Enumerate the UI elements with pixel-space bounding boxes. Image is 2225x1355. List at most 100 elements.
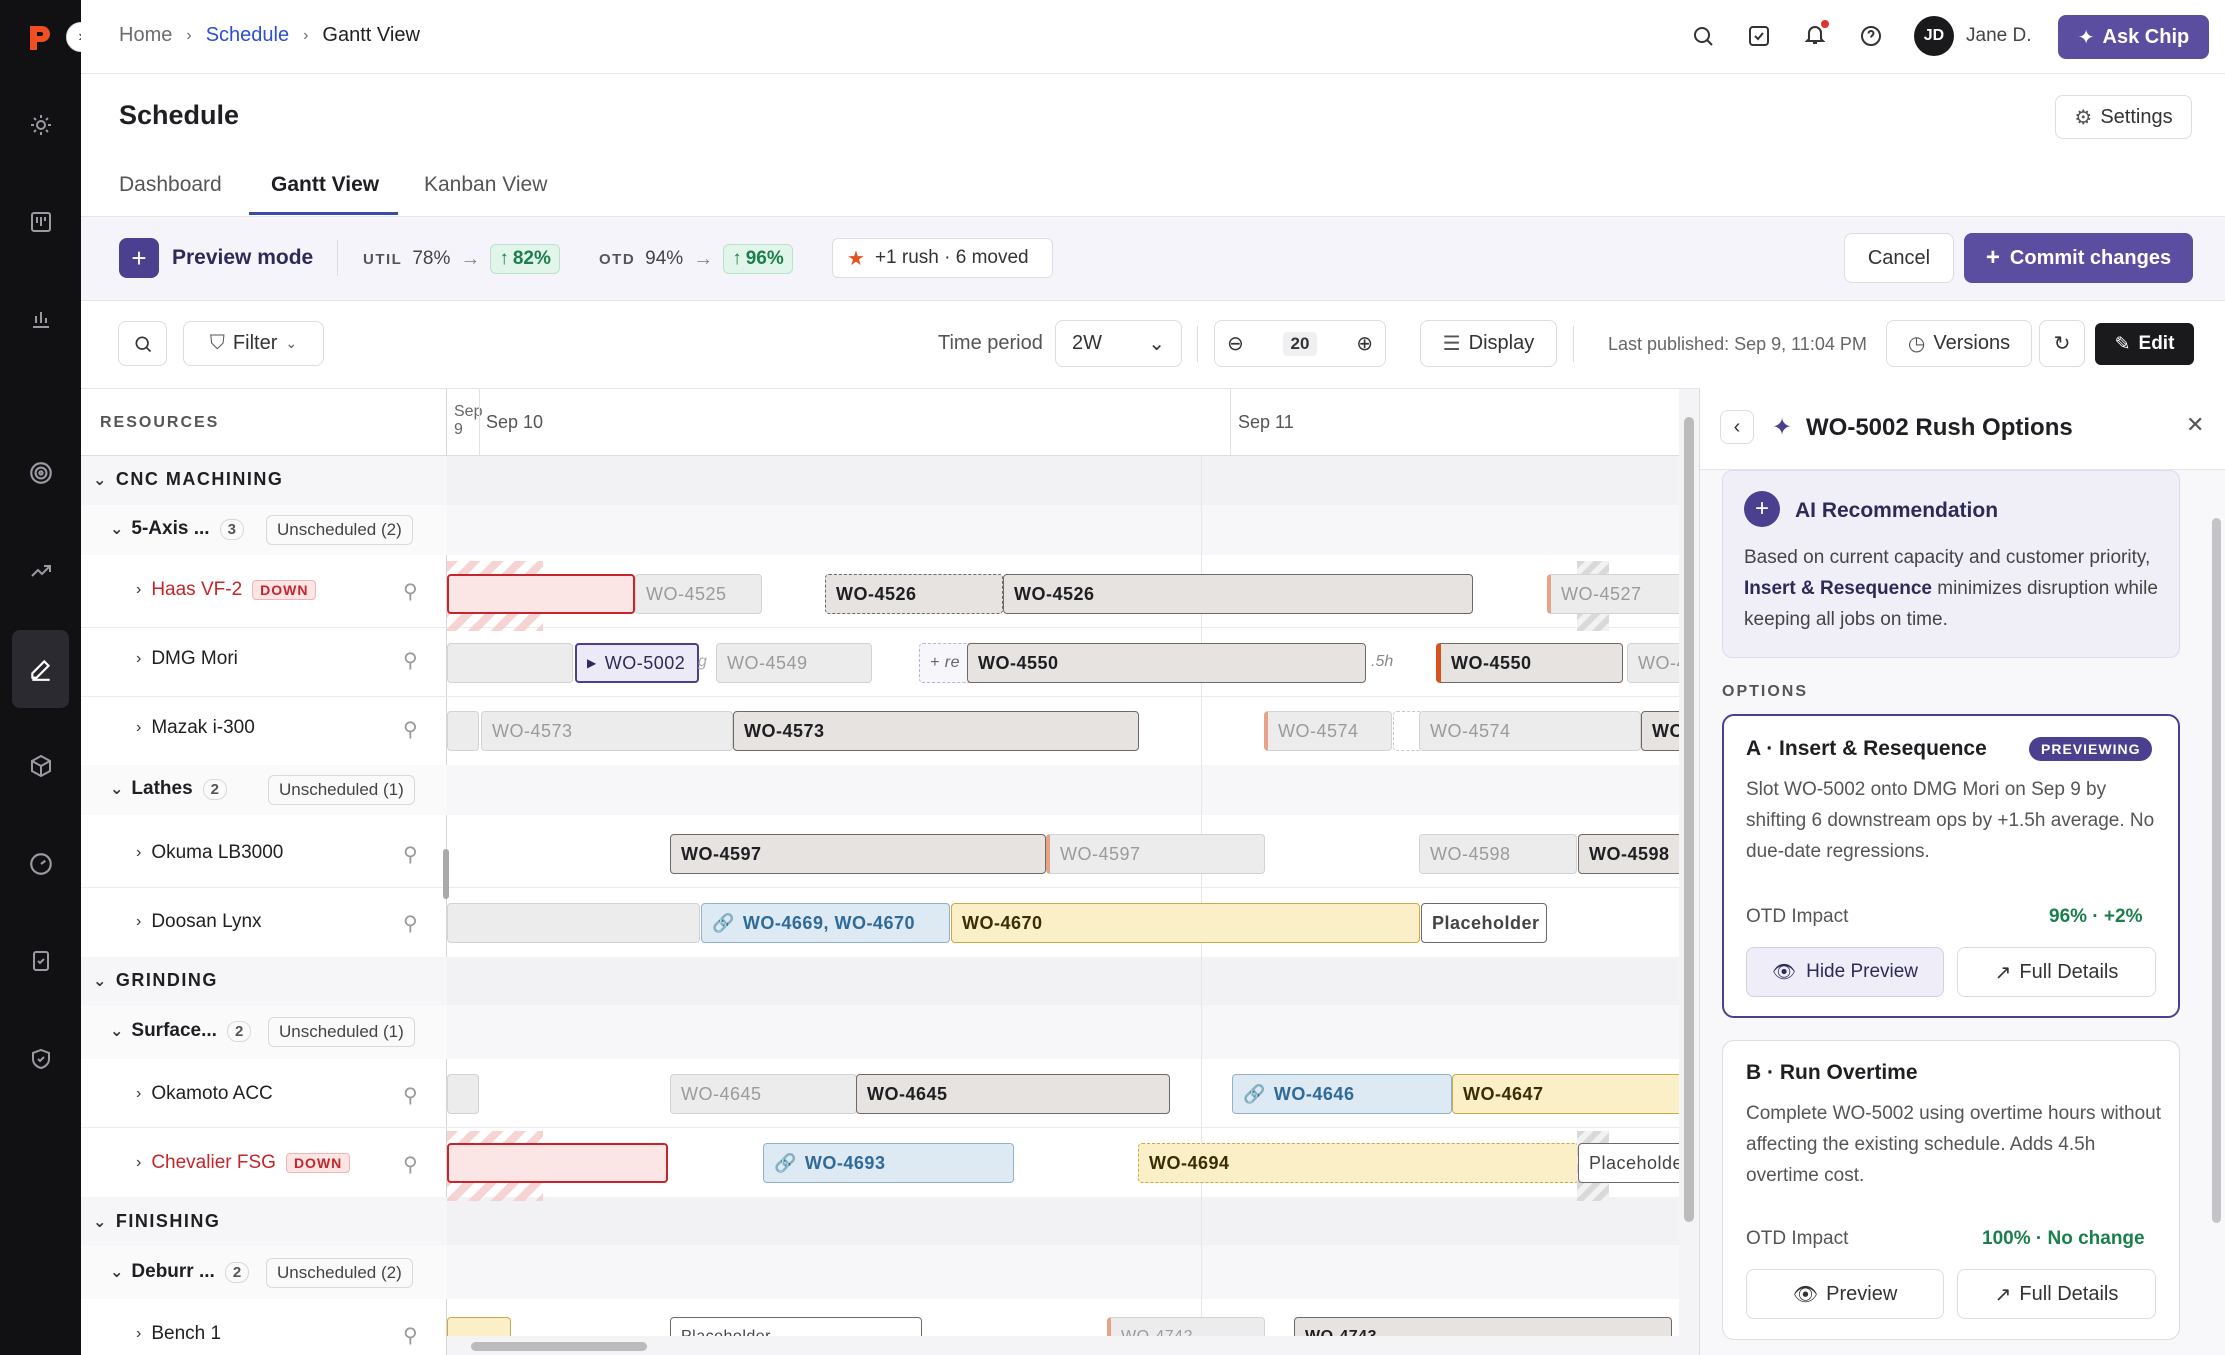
panel-scroll-thumb[interactable]: [2212, 518, 2221, 1223]
gantt-bar[interactable]: WO-4598: [1419, 834, 1577, 874]
board-icon[interactable]: [20, 201, 62, 243]
full-details-button[interactable]: ↗ Full Details: [1957, 1269, 2156, 1319]
gantt-bar[interactable]: WO-4597: [670, 834, 1046, 874]
resource-scroll-thumb[interactable]: [443, 849, 449, 899]
chart-icon[interactable]: [20, 298, 62, 340]
preview-button[interactable]: 👁 Preview: [1746, 1269, 1944, 1319]
vertical-scroll-thumb[interactable]: [1684, 417, 1694, 1222]
zoom-out-icon[interactable]: ⊖: [1227, 331, 1244, 356]
gantt-bar[interactable]: WO-4597: [1046, 834, 1265, 874]
gantt-bar[interactable]: WO-4526: [1003, 574, 1473, 614]
back-button[interactable]: ‹: [1720, 410, 1754, 444]
gantt-bar-wo5002[interactable]: ▶ WO-5002: [575, 643, 699, 683]
downtime-block[interactable]: [447, 1143, 668, 1183]
gantt-bar[interactable]: [447, 643, 573, 683]
tab-gantt-view[interactable]: Gantt View: [271, 173, 379, 197]
settings-button[interactable]: ⚙ Settings: [2055, 95, 2192, 139]
shield-icon[interactable]: [20, 1038, 62, 1080]
unscheduled-button[interactable]: Unscheduled (2): [266, 1258, 413, 1288]
gantt-bar[interactable]: WO-4525: [635, 574, 762, 614]
help-icon[interactable]: [1859, 24, 1883, 54]
group-cnc[interactable]: ⌄ CNC MACHINING: [93, 469, 283, 490]
tab-kanban-view[interactable]: Kanban View: [424, 173, 547, 197]
resource-dmg[interactable]: › DMG Mori: [136, 648, 238, 670]
gantt-bar[interactable]: [447, 903, 700, 943]
display-button[interactable]: ☰ Display: [1420, 320, 1557, 367]
gantt-bar-linked[interactable]: 🔗 WO-4646: [1232, 1074, 1452, 1114]
gantt-bar[interactable]: WO-4574: [1419, 711, 1641, 751]
person-icon[interactable]: ⚲: [403, 1323, 418, 1348]
hide-preview-button[interactable]: 👁 Hide Preview: [1746, 947, 1944, 997]
checklist-icon[interactable]: [20, 940, 62, 982]
gantt-bar[interactable]: WO-4573: [733, 711, 1139, 751]
gantt-bar[interactable]: WO-4573: [481, 711, 733, 751]
gantt-bar[interactable]: WO-4694: [1138, 1143, 1579, 1183]
gantt-bar-placeholder[interactable]: Placeholder: [1421, 903, 1547, 943]
gantt-bar[interactable]: WO-4645: [670, 1074, 857, 1114]
cancel-button[interactable]: Cancel: [1844, 233, 1954, 283]
group-grinding[interactable]: ⌄ GRINDING: [93, 970, 218, 991]
gantt-bar[interactable]: [447, 1074, 479, 1114]
gantt-bar[interactable]: WO-4549: [716, 643, 872, 683]
gantt-bar[interactable]: WO-4670: [951, 903, 1420, 943]
user-name[interactable]: Jane D.: [1966, 25, 2031, 47]
gantt-bar-linked[interactable]: 🔗 WO-4669, WO-4670: [701, 903, 950, 943]
person-icon[interactable]: ⚲: [403, 1083, 418, 1108]
unscheduled-button[interactable]: Unscheduled (1): [268, 775, 415, 805]
gauge-icon[interactable]: [20, 843, 62, 885]
bell-icon[interactable]: [1803, 20, 1829, 52]
app-logo[interactable]: [24, 22, 56, 54]
pencil-icon[interactable]: [12, 630, 69, 708]
resource-mazak[interactable]: › Mazak i-300: [136, 717, 255, 739]
resource-okuma[interactable]: › Okuma LB3000: [136, 842, 283, 864]
changes-summary[interactable]: ★ +1 rush · 6 moved: [832, 238, 1053, 278]
edit-button[interactable]: ✎ Edit: [2095, 323, 2194, 365]
unscheduled-button[interactable]: Unscheduled (1): [268, 1017, 415, 1047]
resource-okamoto[interactable]: › Okamoto ACC: [136, 1083, 273, 1105]
close-icon[interactable]: ✕: [2186, 412, 2204, 438]
gantt-bar[interactable]: WO-4550: [967, 643, 1366, 683]
breadcrumb-home[interactable]: Home: [119, 24, 172, 47]
gantt-bar[interactable]: WO-4574: [1264, 711, 1392, 751]
tab-dashboard[interactable]: Dashboard: [119, 173, 222, 197]
gantt-bar[interactable]: WO-4527: [1547, 574, 1687, 614]
gantt-bar[interactable]: WO-4550: [1436, 643, 1623, 683]
target-icon[interactable]: [20, 452, 62, 494]
zoom-in-icon[interactable]: ⊕: [1356, 331, 1373, 356]
gantt-bar[interactable]: [447, 711, 479, 751]
subgroup-lathes[interactable]: ⌄ Lathes 2: [110, 778, 227, 800]
person-icon[interactable]: ⚲: [403, 842, 418, 867]
subgroup-5-axis[interactable]: ⌄ 5-Axis ... 3: [110, 518, 244, 540]
breadcrumb-schedule[interactable]: Schedule: [206, 24, 289, 47]
gantt-bar[interactable]: WO-4645: [856, 1074, 1170, 1114]
subgroup-deburr[interactable]: ⌄ Deburr ... 2: [110, 1261, 250, 1283]
person-icon[interactable]: ⚲: [403, 648, 418, 673]
cube-icon[interactable]: [20, 745, 62, 787]
resource-bench[interactable]: › Bench 1: [136, 1323, 221, 1345]
versions-button[interactable]: ◷ Versions: [1886, 320, 2032, 367]
trend-icon[interactable]: [20, 550, 62, 592]
unscheduled-button[interactable]: Unscheduled (2): [266, 515, 413, 545]
resource-haas[interactable]: › Haas VF-2 DOWN: [136, 579, 317, 601]
resource-doosan[interactable]: › Doosan Lynx: [136, 911, 262, 933]
refresh-button[interactable]: ↻: [2039, 320, 2085, 367]
ask-chip-button[interactable]: ✦ Ask Chip: [2058, 15, 2209, 59]
gantt-bar[interactable]: WO-4647: [1452, 1074, 1699, 1114]
person-icon[interactable]: ⚲: [403, 579, 418, 604]
person-icon[interactable]: ⚲: [403, 717, 418, 742]
gantt-bar[interactable]: WO-4526: [825, 574, 1003, 614]
group-finishing[interactable]: ⌄ FINISHING: [93, 1211, 220, 1232]
filter-button[interactable]: ⛉ Filter ⌄: [183, 321, 324, 366]
subgroup-surface[interactable]: ⌄ Surface... 2: [110, 1020, 252, 1042]
sun-icon[interactable]: [20, 104, 62, 146]
resource-chevalier[interactable]: › Chevalier FSG DOWN: [136, 1152, 351, 1174]
commit-changes-button[interactable]: + Commit changes: [1964, 233, 2193, 283]
person-icon[interactable]: ⚲: [403, 911, 418, 936]
person-icon[interactable]: ⚲: [403, 1152, 418, 1177]
avatar[interactable]: JD: [1914, 16, 1954, 56]
search-icon[interactable]: [1691, 24, 1715, 54]
search-button[interactable]: [118, 321, 167, 366]
full-details-button[interactable]: ↗ Full Details: [1957, 947, 2156, 997]
horizontal-scroll-thumb[interactable]: [471, 1342, 647, 1351]
time-period-select[interactable]: 2W ⌄: [1055, 320, 1182, 367]
